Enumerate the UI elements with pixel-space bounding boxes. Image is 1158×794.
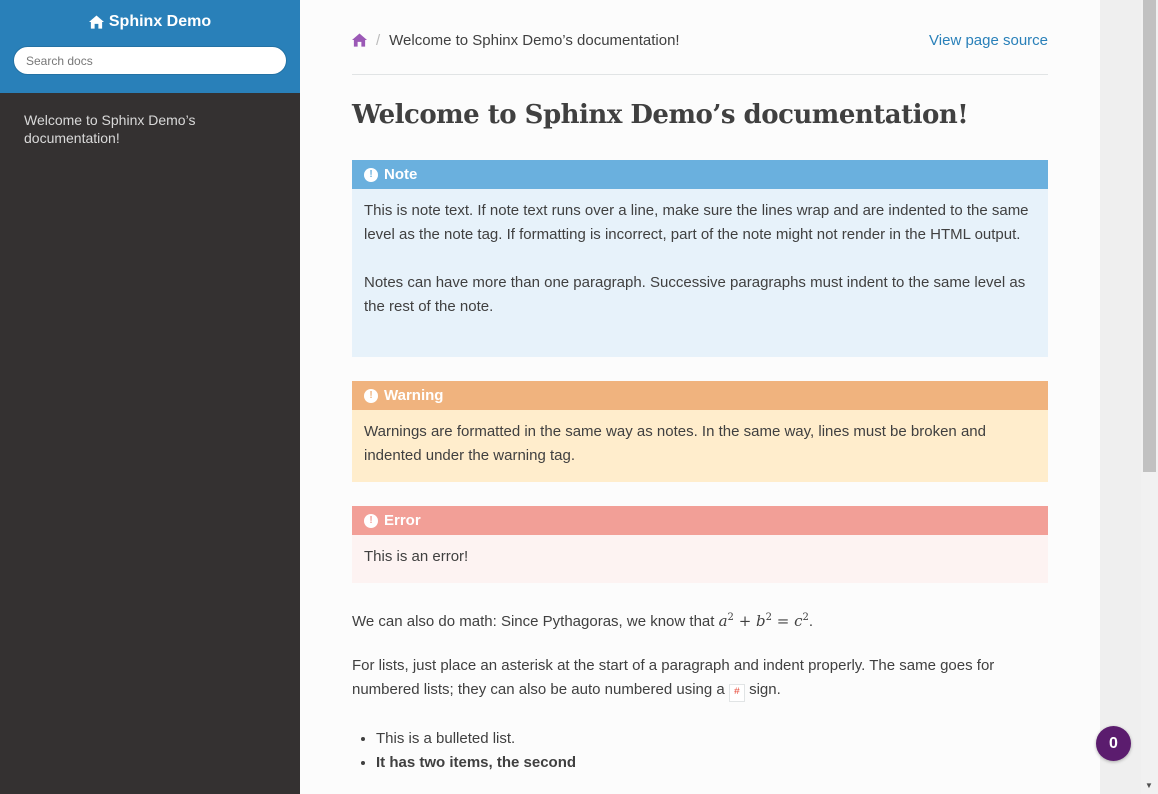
brand-name: Sphinx Demo: [108, 13, 212, 30]
note-admonition: ! Note This is note text. If note text r…: [352, 160, 1048, 357]
home-icon[interactable]: [352, 33, 367, 47]
math-equation: a2 + b2 = c2: [718, 612, 809, 630]
math-text: We can also do math: Since Pythagoras, w…: [352, 613, 719, 630]
warning-title-label: Warning: [384, 387, 444, 404]
note-body: This is note text. If note text runs ove…: [352, 189, 1048, 357]
list-item: It has two items, the second: [376, 751, 576, 775]
sidebar-header: Sphinx Demo: [0, 0, 300, 93]
main-content: / Welcome to Sphinx Demo’s documentation…: [300, 0, 1100, 794]
warning-title: ! Warning: [352, 381, 1048, 410]
note-title-label: Note: [384, 166, 418, 183]
notification-badge[interactable]: 0: [1096, 726, 1131, 761]
exclamation-icon: !: [364, 388, 378, 403]
lists-text-suffix: sign.: [744, 681, 781, 698]
error-title: ! Error: [352, 506, 1048, 535]
page-gutter: [1100, 0, 1141, 794]
error-admonition: ! Error This is an error!: [352, 506, 1048, 583]
breadcrumb: / Welcome to Sphinx Demo’s documentation…: [352, 30, 1048, 50]
breadcrumb-separator: /: [376, 31, 381, 49]
warning-body: Warnings are formatted in the same way a…: [352, 410, 1048, 482]
inline-code: #: [728, 684, 745, 702]
exclamation-icon: !: [364, 513, 378, 528]
page-title: Welcome to Sphinx Demo’s documentation!: [352, 100, 969, 130]
view-source-link[interactable]: View page source: [929, 32, 1048, 49]
bulleted-list: This is a bulleted list. It has two item…: [352, 727, 576, 775]
note-paragraph: Notes can have more than one paragraph. …: [364, 274, 1026, 315]
home-icon: [88, 15, 104, 29]
exclamation-icon: !: [364, 167, 378, 182]
math-paragraph: We can also do math: Since Pythagoras, w…: [352, 612, 814, 630]
breadcrumb-current: Welcome to Sphinx Demo’s documentation!: [389, 31, 680, 49]
toc-item-welcome[interactable]: Welcome to Sphinx Demo’s documentation!: [24, 111, 224, 147]
lists-paragraph: For lists, just place an asterisk at the…: [352, 654, 1048, 702]
error-text: This is an error!: [364, 548, 469, 565]
error-title-label: Error: [384, 512, 421, 529]
lists-text: For lists, just place an asterisk at the…: [352, 657, 995, 698]
brand-link[interactable]: Sphinx Demo: [88, 13, 212, 31]
list-item: This is a bulleted list.: [376, 727, 576, 751]
note-paragraph: This is note text. If note text runs ove…: [364, 202, 1029, 243]
divider: [352, 74, 1048, 75]
search-input[interactable]: [13, 46, 287, 75]
error-body: This is an error!: [352, 535, 1048, 583]
scrollbar-thumb[interactable]: [1143, 0, 1156, 472]
sidebar: Sphinx Demo Welcome to Sphinx Demo’s doc…: [0, 0, 300, 794]
warning-text: Warnings are formatted in the same way a…: [364, 423, 986, 464]
warning-admonition: ! Warning Warnings are formatted in the …: [352, 381, 1048, 482]
sidebar-toc: Welcome to Sphinx Demo’s documentation!: [0, 93, 300, 165]
scroll-down-arrow-icon[interactable]: ▼: [1145, 781, 1153, 790]
note-title: ! Note: [352, 160, 1048, 189]
